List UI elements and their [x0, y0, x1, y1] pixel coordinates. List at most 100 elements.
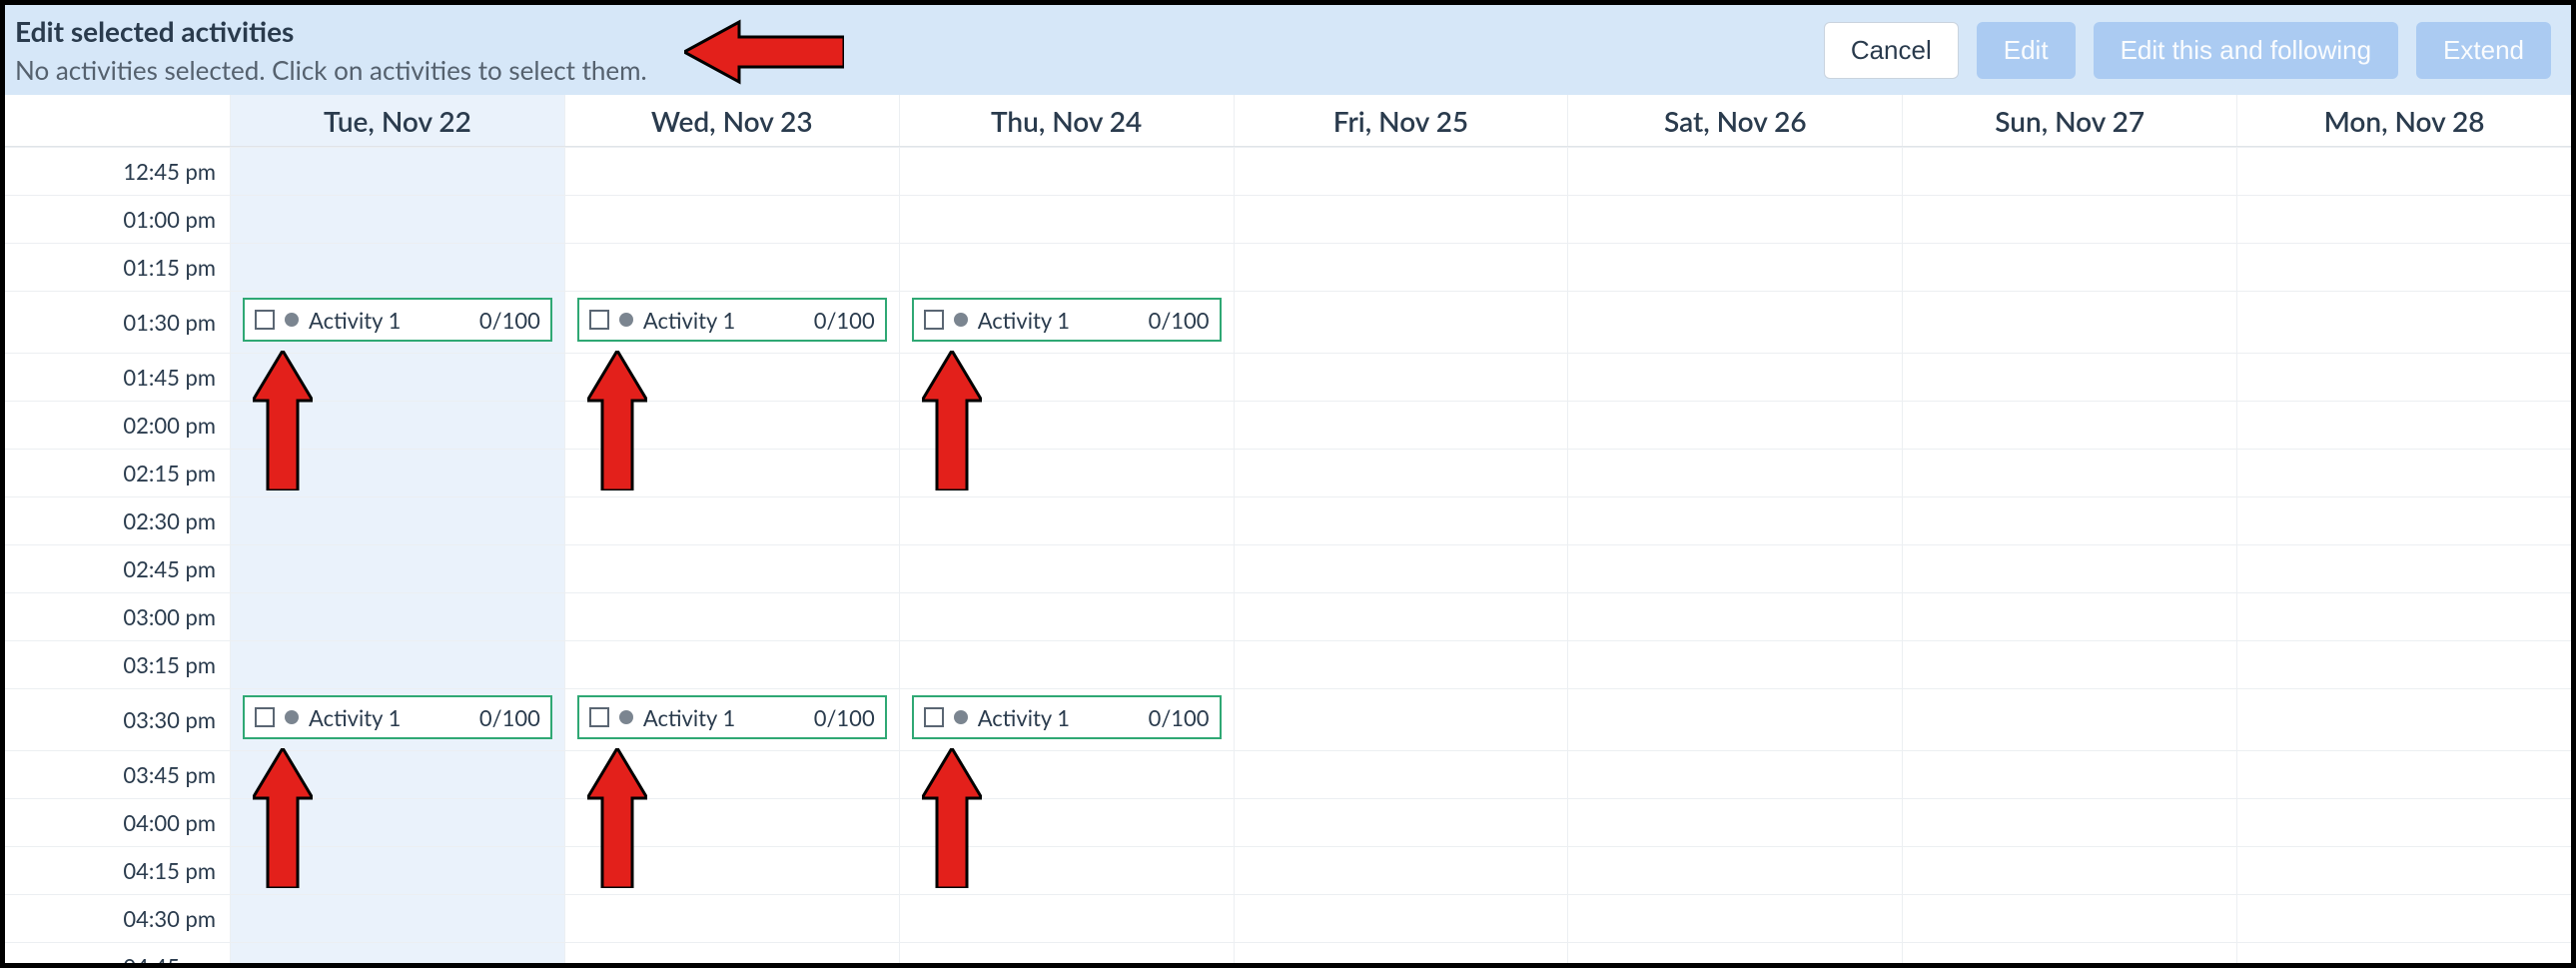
grid-cell[interactable] — [899, 751, 1234, 798]
grid-cell[interactable]: Activity 10/100 — [230, 689, 564, 750]
grid-cell[interactable] — [1902, 593, 2236, 640]
grid-cell[interactable] — [1234, 895, 1568, 942]
grid-cell[interactable] — [230, 799, 564, 846]
grid-cell[interactable] — [230, 641, 564, 688]
grid-cell[interactable] — [1902, 450, 2236, 496]
grid-cell[interactable] — [1902, 641, 2236, 688]
grid-cell[interactable] — [899, 641, 1234, 688]
grid-cell[interactable] — [564, 641, 899, 688]
grid-cell[interactable] — [1234, 689, 1568, 750]
grid-cell[interactable] — [564, 244, 899, 291]
grid-cell[interactable] — [230, 148, 564, 195]
grid-cell[interactable] — [2236, 943, 2571, 968]
grid-cell[interactable] — [1234, 943, 1568, 968]
grid-cell[interactable] — [1567, 943, 1902, 968]
grid-cell[interactable] — [1902, 497, 2236, 544]
cancel-button[interactable]: Cancel — [1824, 22, 1959, 79]
grid-cell[interactable] — [1567, 196, 1902, 243]
grid-cell[interactable] — [2236, 148, 2571, 195]
grid-cell[interactable] — [1567, 244, 1902, 291]
grid-cell[interactable] — [899, 847, 1234, 894]
grid-cell[interactable] — [1567, 641, 1902, 688]
grid-cell[interactable] — [899, 402, 1234, 449]
grid-cell[interactable] — [1567, 292, 1902, 353]
grid-cell[interactable] — [2236, 196, 2571, 243]
grid-cell[interactable] — [899, 497, 1234, 544]
grid-cell[interactable] — [230, 354, 564, 401]
grid-cell[interactable] — [564, 799, 899, 846]
grid-cell[interactable] — [899, 148, 1234, 195]
activity-card[interactable]: Activity 10/100 — [912, 695, 1222, 739]
grid-cell[interactable] — [1567, 895, 1902, 942]
grid-cell[interactable] — [1567, 751, 1902, 798]
grid-cell[interactable] — [1234, 751, 1568, 798]
grid-cell[interactable] — [230, 895, 564, 942]
grid-cell[interactable] — [1234, 196, 1568, 243]
grid-cell[interactable] — [1234, 450, 1568, 496]
grid-cell[interactable] — [1902, 799, 2236, 846]
grid-cell[interactable] — [1234, 497, 1568, 544]
grid-cell[interactable] — [1234, 354, 1568, 401]
grid-cell[interactable] — [2236, 497, 2571, 544]
grid-cell[interactable] — [230, 450, 564, 496]
grid-cell[interactable] — [899, 545, 1234, 592]
grid-cell[interactable] — [1234, 402, 1568, 449]
grid-cell[interactable] — [1902, 943, 2236, 968]
grid-cell[interactable] — [899, 244, 1234, 291]
grid-cell[interactable] — [230, 847, 564, 894]
grid-cell[interactable] — [2236, 847, 2571, 894]
activity-checkbox[interactable] — [589, 707, 609, 727]
grid-cell[interactable] — [1567, 545, 1902, 592]
grid-cell[interactable] — [1902, 689, 2236, 750]
grid-cell[interactable] — [2236, 354, 2571, 401]
grid-cell[interactable] — [564, 497, 899, 544]
activity-checkbox[interactable] — [589, 310, 609, 330]
activity-card[interactable]: Activity 10/100 — [577, 695, 887, 739]
grid-cell[interactable] — [564, 751, 899, 798]
grid-cell[interactable] — [564, 402, 899, 449]
edit-button[interactable]: Edit — [1977, 22, 2076, 79]
grid-cell[interactable] — [2236, 292, 2571, 353]
grid-cell[interactable] — [1567, 402, 1902, 449]
grid-cell[interactable] — [564, 354, 899, 401]
grid-cell[interactable] — [2236, 450, 2571, 496]
grid-cell[interactable] — [1567, 450, 1902, 496]
grid-cell[interactable] — [899, 895, 1234, 942]
grid-cell[interactable] — [1234, 244, 1568, 291]
activity-checkbox[interactable] — [924, 310, 944, 330]
grid-cell[interactable] — [1567, 148, 1902, 195]
grid-cell[interactable] — [564, 545, 899, 592]
activity-card[interactable]: Activity 10/100 — [243, 695, 552, 739]
grid-cell[interactable] — [1234, 847, 1568, 894]
grid-cell[interactable] — [1234, 545, 1568, 592]
grid-cell[interactable]: Activity 10/100 — [899, 689, 1234, 750]
grid-cell[interactable] — [2236, 689, 2571, 750]
grid-cell[interactable] — [1902, 545, 2236, 592]
grid-cell[interactable] — [2236, 593, 2571, 640]
grid-cell[interactable] — [1567, 593, 1902, 640]
grid-cell[interactable] — [564, 593, 899, 640]
grid-cell[interactable] — [1234, 292, 1568, 353]
edit-following-button[interactable]: Edit this and following — [2094, 22, 2398, 79]
grid-cell[interactable] — [1902, 148, 2236, 195]
grid-cell[interactable] — [230, 943, 564, 968]
grid-cell[interactable] — [564, 847, 899, 894]
grid-cell[interactable] — [899, 450, 1234, 496]
activity-card[interactable]: Activity 10/100 — [577, 298, 887, 342]
grid-cell[interactable] — [899, 799, 1234, 846]
grid-cell[interactable] — [899, 354, 1234, 401]
activity-card[interactable]: Activity 10/100 — [912, 298, 1222, 342]
grid-cell[interactable] — [1234, 799, 1568, 846]
grid-cell[interactable] — [899, 593, 1234, 640]
grid-cell[interactable] — [1234, 641, 1568, 688]
grid-cell[interactable] — [1902, 244, 2236, 291]
activity-checkbox[interactable] — [255, 310, 275, 330]
grid-cell[interactable] — [1902, 354, 2236, 401]
grid-cell[interactable] — [1567, 689, 1902, 750]
grid-cell[interactable] — [230, 545, 564, 592]
grid-cell[interactable] — [2236, 751, 2571, 798]
activity-checkbox[interactable] — [255, 707, 275, 727]
grid-cell[interactable] — [564, 196, 899, 243]
grid-cell[interactable] — [564, 895, 899, 942]
grid-cell[interactable] — [1567, 799, 1902, 846]
